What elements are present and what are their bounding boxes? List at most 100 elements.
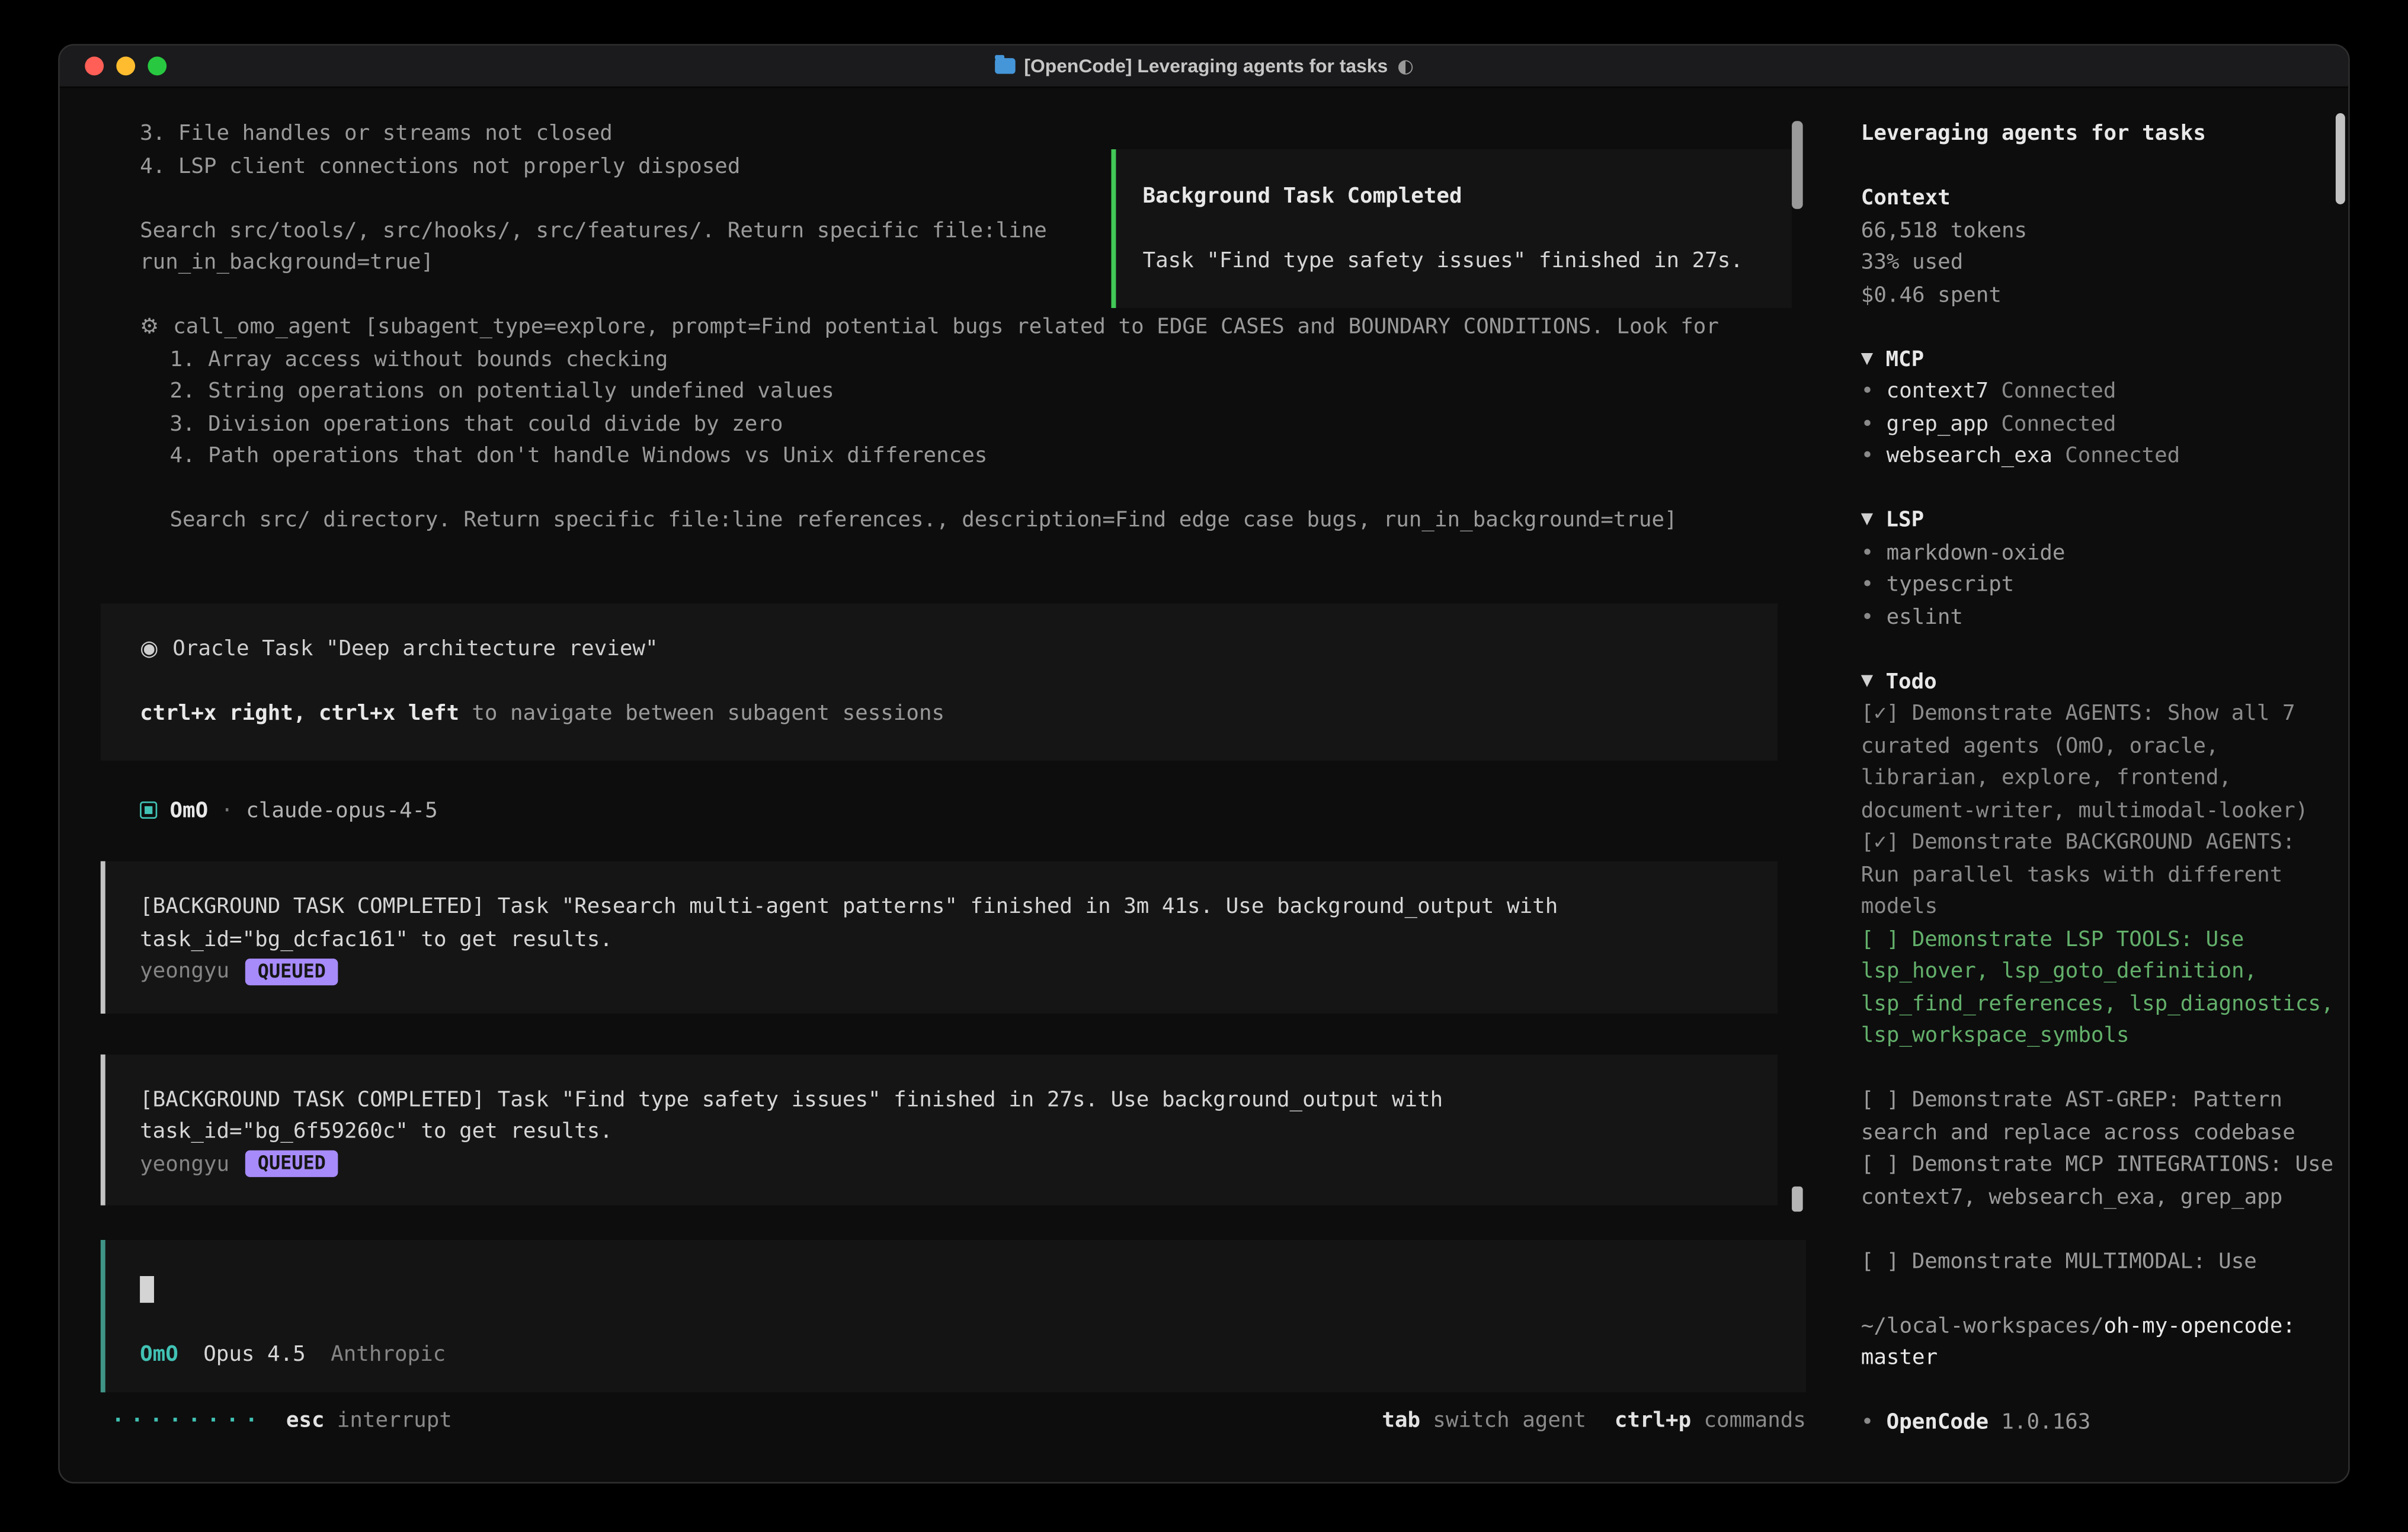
mcp-heading: MCP	[1885, 344, 1924, 376]
titlebar[interactable]: [OpenCode] Leveraging agents for tasks ◐	[60, 46, 2348, 88]
mcp-section-header[interactable]: ▼ MCP	[1861, 344, 2336, 376]
lsp-item: • markdown-oxide	[1861, 537, 2336, 569]
navigation-hint: ctrl+x right, ctrl+x left to navigate bet…	[140, 697, 1746, 729]
close-window-button[interactable]	[85, 56, 104, 75]
bullet-icon: •	[1861, 408, 1874, 440]
message-line: task_id="bg_dcfac161" to get results.	[140, 923, 1746, 955]
lsp-name: eslint	[1887, 601, 1963, 633]
separator-dot: ·	[220, 794, 233, 826]
mcp-status: Connected	[2001, 376, 2116, 408]
agent-model: claude-opus-4-5	[246, 794, 437, 826]
mcp-item: • websearch_exa Connected	[1861, 440, 2336, 472]
sidebar-scrollbar-thumb[interactable]	[2336, 113, 2345, 204]
tool-call-header: ⚙call_omo_agent [subagent_type=explore, …	[101, 311, 1806, 343]
message-meta: yeongyu QUEUED	[140, 1148, 1746, 1180]
todo-item: [ ]Demonstrate MCP INTEGRATIONS: Use con…	[1861, 1149, 2336, 1213]
workspace-path: ~/local-workspaces/oh-my-opencode:	[1861, 1310, 2336, 1342]
message-meta: yeongyu QUEUED	[140, 956, 1746, 988]
lsp-item: •eslint	[1861, 601, 2336, 633]
half-circle-icon: ◐	[1397, 55, 1414, 77]
collapse-triangle-icon: ▼	[1861, 665, 1873, 697]
app-name: OpenCode	[1887, 1406, 1989, 1438]
sidebar: Leveraging agents for tasks Context 66,5…	[1833, 88, 2348, 1482]
mcp-name: websearch_exa	[1887, 440, 2052, 472]
model-selector[interactable]: OmO Opus 4.5 Anthropic	[140, 1338, 1775, 1370]
bullet-icon: •	[1861, 537, 1874, 569]
collapse-triangle-icon: ▼	[1861, 505, 1873, 537]
background-task-message: [BACKGROUND TASK COMPLETED] Task "Resear…	[101, 861, 1778, 1013]
notification-title: Background Task Completed	[1143, 181, 1770, 213]
message-line: task_id="bg_6f59260c" to get results.	[140, 1116, 1746, 1148]
terminal-main: 3. File handles or streams not closed 4.…	[60, 88, 1833, 1482]
workspace-repo: oh-my-opencode:	[2103, 1313, 2295, 1338]
app-version: 1.0.163	[2001, 1406, 2090, 1438]
tool-call-item: 1. Array access without bounds checking	[101, 344, 1806, 376]
checkbox-checked-icon: [✓]	[1861, 701, 1900, 726]
queued-badge: QUEUED	[245, 1150, 338, 1177]
todo-text: Demonstrate AGENTS: Show all 7 curated a…	[1861, 701, 2308, 823]
todo-item: [✓]Demonstrate BACKGROUND AGENTS: Run pa…	[1861, 826, 2336, 923]
background-task-message: [BACKGROUND TASK COMPLETED] Task "Find t…	[101, 1054, 1778, 1206]
oracle-task-title-row: ◉Oracle Task "Deep architecture review"	[140, 633, 1746, 665]
zoom-window-button[interactable]	[148, 56, 166, 75]
folder-icon	[994, 58, 1014, 74]
mcp-status: Connected	[2001, 408, 2116, 440]
todo-heading: Todo	[1885, 665, 1936, 697]
prompt-input[interactable]: OmO Opus 4.5 Anthropic	[101, 1240, 1806, 1392]
tool-call-item: 3. Division operations that could divide…	[101, 408, 1806, 440]
agent-header: OmO · claude-opus-4-5	[101, 794, 1806, 826]
context-used: 33% used	[1861, 246, 2336, 278]
ctrl-p-key: ctrl+p	[1615, 1405, 1691, 1437]
tab-hint[interactable]: tabswitch agent	[1382, 1405, 1586, 1437]
todo-text: Demonstrate BACKGROUND AGENTS: Run paral…	[1861, 830, 2308, 919]
record-circle-icon: ◉	[140, 636, 158, 661]
context-tokens: 66,518 tokens	[1861, 214, 2336, 246]
todo-section-header[interactable]: ▼ Todo	[1861, 665, 2336, 697]
tool-call-footer: Search src/ directory. Return specific f…	[101, 505, 1806, 537]
gear-icon: ⚙	[140, 315, 159, 339]
tool-call-item: 4. Path operations that don't handle Win…	[101, 440, 1806, 472]
app-version-row: • OpenCode 1.0.163	[1861, 1406, 2336, 1438]
window-title-text: [OpenCode] Leveraging agents for tasks	[1024, 55, 1388, 77]
context-spent: $0.46 spent	[1861, 279, 2336, 311]
checkbox-empty-icon: [ ]	[1861, 1152, 1900, 1177]
workspace-branch: master	[1861, 1342, 2336, 1374]
bullet-icon: •	[1861, 1406, 1874, 1438]
mcp-item: •grep_appConnected	[1861, 408, 2336, 440]
lsp-section-header[interactable]: ▼ LSP	[1861, 505, 2336, 537]
current-agent: OmO	[140, 1338, 178, 1370]
bullet-icon: •	[1861, 376, 1874, 408]
commands-hint[interactable]: ctrl+pcommands	[1615, 1405, 1806, 1437]
collapse-triangle-icon: ▼	[1861, 344, 1873, 376]
status-right: tabswitch agent ctrl+pcommands	[1382, 1405, 1806, 1437]
current-provider: Anthropic	[331, 1338, 446, 1370]
minimize-window-button[interactable]	[116, 56, 135, 75]
lsp-name: typescript	[1887, 569, 2015, 601]
mcp-status: Connected	[2065, 440, 2180, 472]
hint-keys: ctrl+x right, ctrl+x left	[140, 700, 459, 725]
mcp-name: context7	[1887, 376, 1989, 408]
context-heading: Context	[1861, 182, 2336, 214]
todo-text: Demonstrate LSP TOOLS: Use lsp_hover, ls…	[1861, 927, 2346, 1049]
checkbox-empty-icon: [ ]	[1861, 1249, 1900, 1274]
checkbox-empty-icon: [ ]	[1861, 1088, 1900, 1113]
current-model: Opus 4.5	[203, 1338, 306, 1370]
oracle-task-panel: ◉Oracle Task "Deep architecture review" …	[101, 602, 1778, 759]
input-line[interactable]	[140, 1273, 1775, 1305]
desktop: [OpenCode] Leveraging agents for tasks ◐…	[0, 0, 2408, 1532]
main-scrollbar-thumb[interactable]	[1792, 121, 1803, 209]
todo-item: [ ]Demonstrate LSP TOOLS: Use lsp_hover,…	[1861, 923, 2336, 1052]
esc-key-hint[interactable]: esc	[286, 1405, 325, 1437]
author-name: yeongyu	[140, 1148, 229, 1180]
lsp-heading: LSP	[1885, 505, 1924, 537]
omo-agent-icon	[140, 802, 157, 819]
lsp-item: •typescript	[1861, 569, 2336, 601]
status-left: ········ esc interrupt	[101, 1405, 452, 1437]
lsp-name: markdown-oxide	[1887, 537, 2066, 569]
hint-text: to navigate between subagent sessions	[472, 700, 944, 725]
bullet-icon: •	[1861, 440, 1874, 472]
esc-key-label: interrupt	[337, 1405, 452, 1437]
author-name: yeongyu	[140, 956, 229, 988]
main-scroll-bottom-indicator[interactable]	[1792, 1187, 1803, 1212]
todo-text: Demonstrate MCP INTEGRATIONS: Use contex…	[1861, 1152, 2346, 1209]
